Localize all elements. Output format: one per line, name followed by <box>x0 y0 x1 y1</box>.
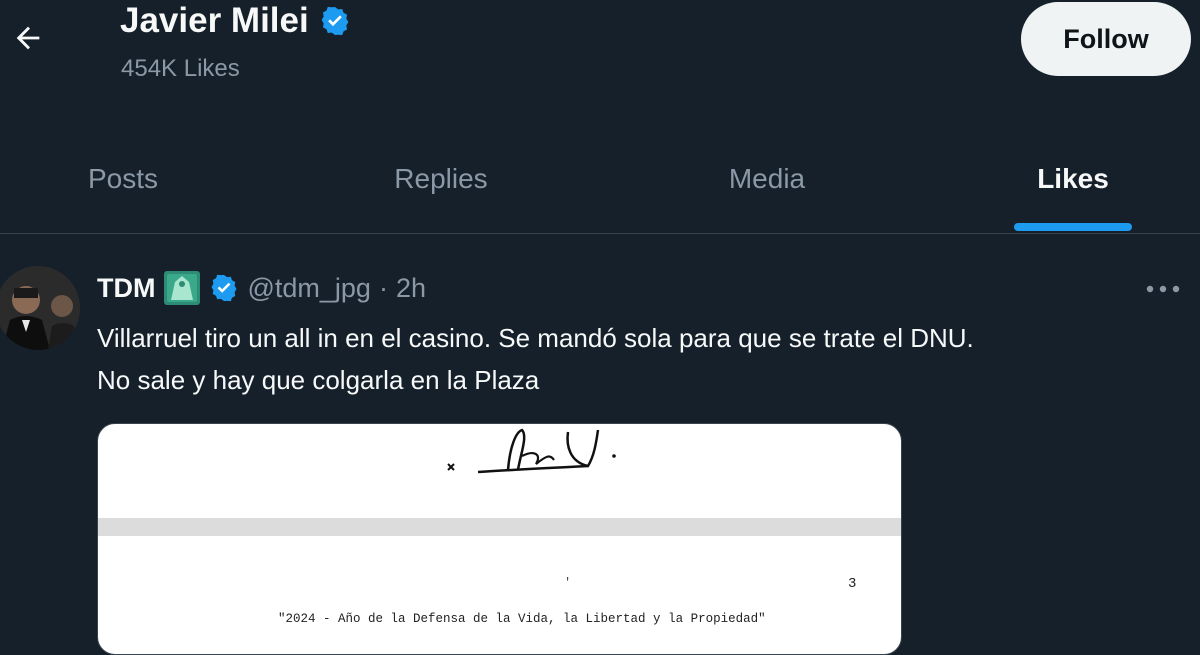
more-horizontal-icon <box>1146 285 1180 293</box>
avatar[interactable] <box>0 266 80 350</box>
profile-tabs: Posts Replies Media Likes <box>0 125 1200 233</box>
document-mark: ' <box>564 576 572 590</box>
affiliate-badge-icon <box>164 271 201 305</box>
tweet-text: Villarruel tiro un all in en el casino. … <box>97 317 1187 401</box>
tweet-media-image[interactable]: ' 3 "2024 - Año de la Defensa de la Vida… <box>97 423 902 655</box>
tab-media[interactable]: Media <box>636 125 898 233</box>
profile-header: Javier Milei 454K Likes Follow <box>0 0 1200 100</box>
tabs-divider <box>0 233 1200 234</box>
tweet-handle[interactable]: @tdm_jpg <box>247 268 370 308</box>
active-tab-indicator <box>1014 223 1132 231</box>
profile-name-text: Javier Milei <box>120 1 309 40</box>
tab-likes[interactable]: Likes <box>898 125 1200 233</box>
verified-badge-icon <box>321 6 349 36</box>
tweet-text-line: Villarruel tiro un all in en el casino. … <box>97 323 974 353</box>
verified-badge-icon <box>211 274 237 302</box>
tab-replies[interactable]: Replies <box>246 125 636 233</box>
back-button[interactable] <box>8 18 48 58</box>
tweet-author[interactable]: TDM <box>97 268 155 308</box>
avatar-image <box>0 266 80 350</box>
more-button[interactable] <box>1136 274 1190 304</box>
signature-mark <box>447 428 616 474</box>
tweet-timestamp[interactable]: 2h <box>396 268 426 308</box>
follow-button[interactable]: Follow <box>1021 2 1191 76</box>
tab-posts[interactable]: Posts <box>0 125 246 233</box>
tweet-text-line: No sale y hay que colgarla en la Plaza <box>97 365 540 395</box>
profile-name: Javier Milei <box>120 0 351 42</box>
document-page-number: 3 <box>848 576 857 592</box>
document-divider <box>98 518 901 536</box>
likes-count: 454K Likes <box>121 55 240 82</box>
document-caption: "2024 - Año de la Defensa de la Vida, la… <box>278 612 766 626</box>
arrow-left-icon <box>16 26 40 50</box>
tweet-meta-separator: · <box>378 273 388 303</box>
tweet-header: TDM @tdm_jpg · 2h <box>97 268 426 308</box>
